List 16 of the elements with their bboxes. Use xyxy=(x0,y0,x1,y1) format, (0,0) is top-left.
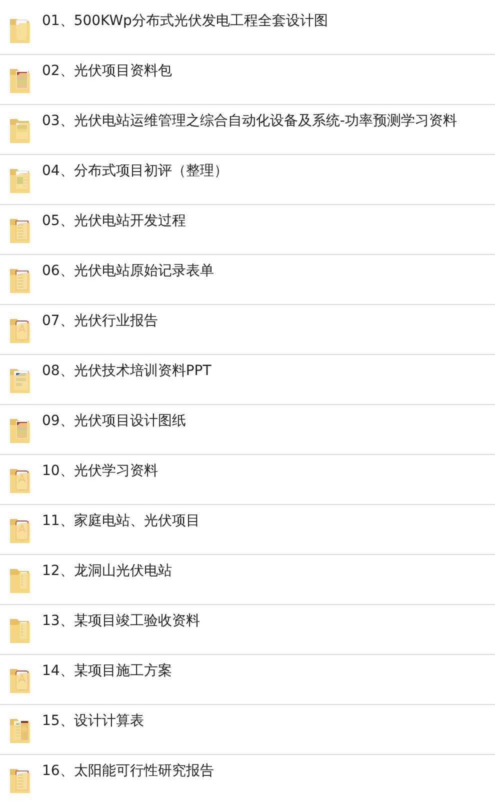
file-name[interactable]: 01、500KWp分布式光伏发电工程全套设计图 xyxy=(42,12,328,30)
file-name[interactable]: 11、家庭电站、光伏项目 xyxy=(42,512,200,530)
file-name[interactable]: 12、龙洞山光伏电站 xyxy=(42,562,172,580)
file-name[interactable]: 16、太阳能可行性研究报告 xyxy=(42,762,214,780)
file-name[interactable]: 02、光伏项目资料包 xyxy=(42,62,172,80)
file-name[interactable]: 07、光伏行业报告 xyxy=(42,312,158,330)
file-name[interactable]: 13、某项目竣工验收资料 xyxy=(42,612,200,630)
file-name[interactable]: 08、光伏技术培训资料PPT xyxy=(42,362,212,380)
file-name[interactable]: 10、光伏学习资料 xyxy=(42,462,158,480)
file-name[interactable]: 15、设计计算表 xyxy=(42,712,144,730)
file-name[interactable]: 03、光伏电站运维管理之综合自动化设备及系统-功率预测学习资料 xyxy=(42,112,457,130)
file-name[interactable]: 09、光伏项目设计图纸 xyxy=(42,412,186,430)
file-name[interactable]: 14、某项目施工方案 xyxy=(42,662,172,680)
file-name[interactable]: 05、光伏电站开发过程 xyxy=(42,212,186,230)
file-name[interactable]: 04、分布式项目初评（整理） xyxy=(42,162,228,180)
file-name[interactable]: 06、光伏电站原始记录表单 xyxy=(42,262,214,280)
